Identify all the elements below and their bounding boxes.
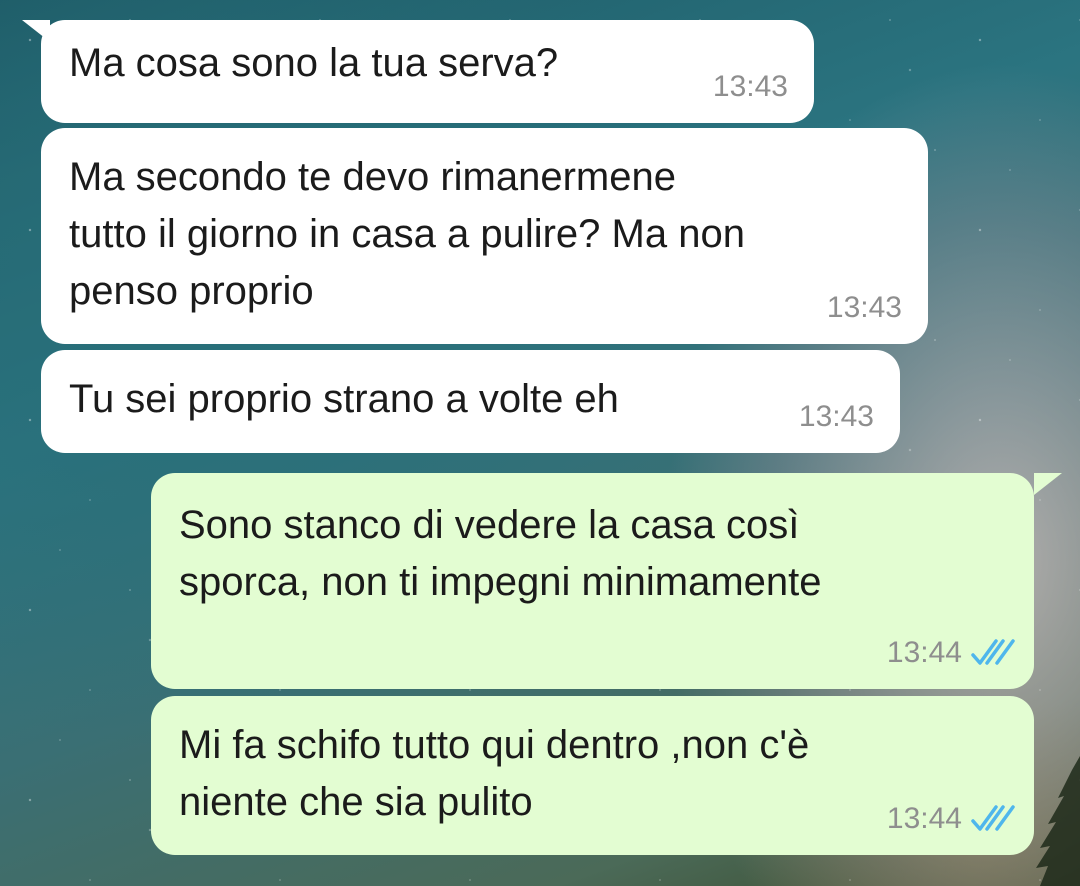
- message-meta: 13:43: [713, 67, 788, 107]
- message-time: 13:44: [886, 802, 962, 835]
- double-check-read-icon: [971, 805, 1015, 831]
- message-text-line: tutto il giorno in casa a pulire? Ma non: [69, 212, 745, 256]
- message-bubble-outgoing[interactable]: Mi fa schifo tutto qui dentro ,non c'è n…: [151, 696, 1034, 855]
- message-bubble-incoming[interactable]: Ma cosa sono la tua serva? 13:43: [41, 20, 814, 123]
- message-meta: 13:44: [887, 633, 1016, 673]
- message-text-line: Sono stanco di vedere la casa così: [179, 503, 800, 547]
- double-check-read-icon: [971, 639, 1015, 665]
- message-text-line: sporca, non ti impegni minimamente: [179, 560, 822, 604]
- message-text: Ma cosa sono la tua serva?: [69, 41, 559, 85]
- message-bubble-incoming[interactable]: Ma secondo te devo rimanermene tutto il …: [41, 128, 928, 344]
- message-time: 13:43: [826, 291, 902, 324]
- message-bubble-incoming[interactable]: Tu sei proprio strano a volte eh 13:43: [41, 350, 900, 453]
- bubble-tail: [1034, 473, 1062, 495]
- message-time: 13:43: [798, 400, 874, 433]
- message-text: Tu sei proprio strano a volte eh: [69, 377, 619, 421]
- message-bubble-outgoing[interactable]: Sono stanco di vedere la casa così sporc…: [151, 473, 1034, 689]
- message-text-line: niente che sia pulito: [179, 780, 533, 824]
- message-meta: 13:44: [887, 799, 1016, 839]
- message-time: 13:44: [886, 636, 962, 669]
- message-time: 13:43: [712, 70, 788, 103]
- message-text-line: penso proprio: [69, 269, 314, 313]
- message-meta: 13:43: [827, 288, 902, 328]
- message-text-line: Ma secondo te devo rimanermene: [69, 155, 676, 199]
- message-meta: 13:43: [799, 397, 874, 437]
- message-text-line: Mi fa schifo tutto qui dentro ,non c'è: [179, 723, 810, 767]
